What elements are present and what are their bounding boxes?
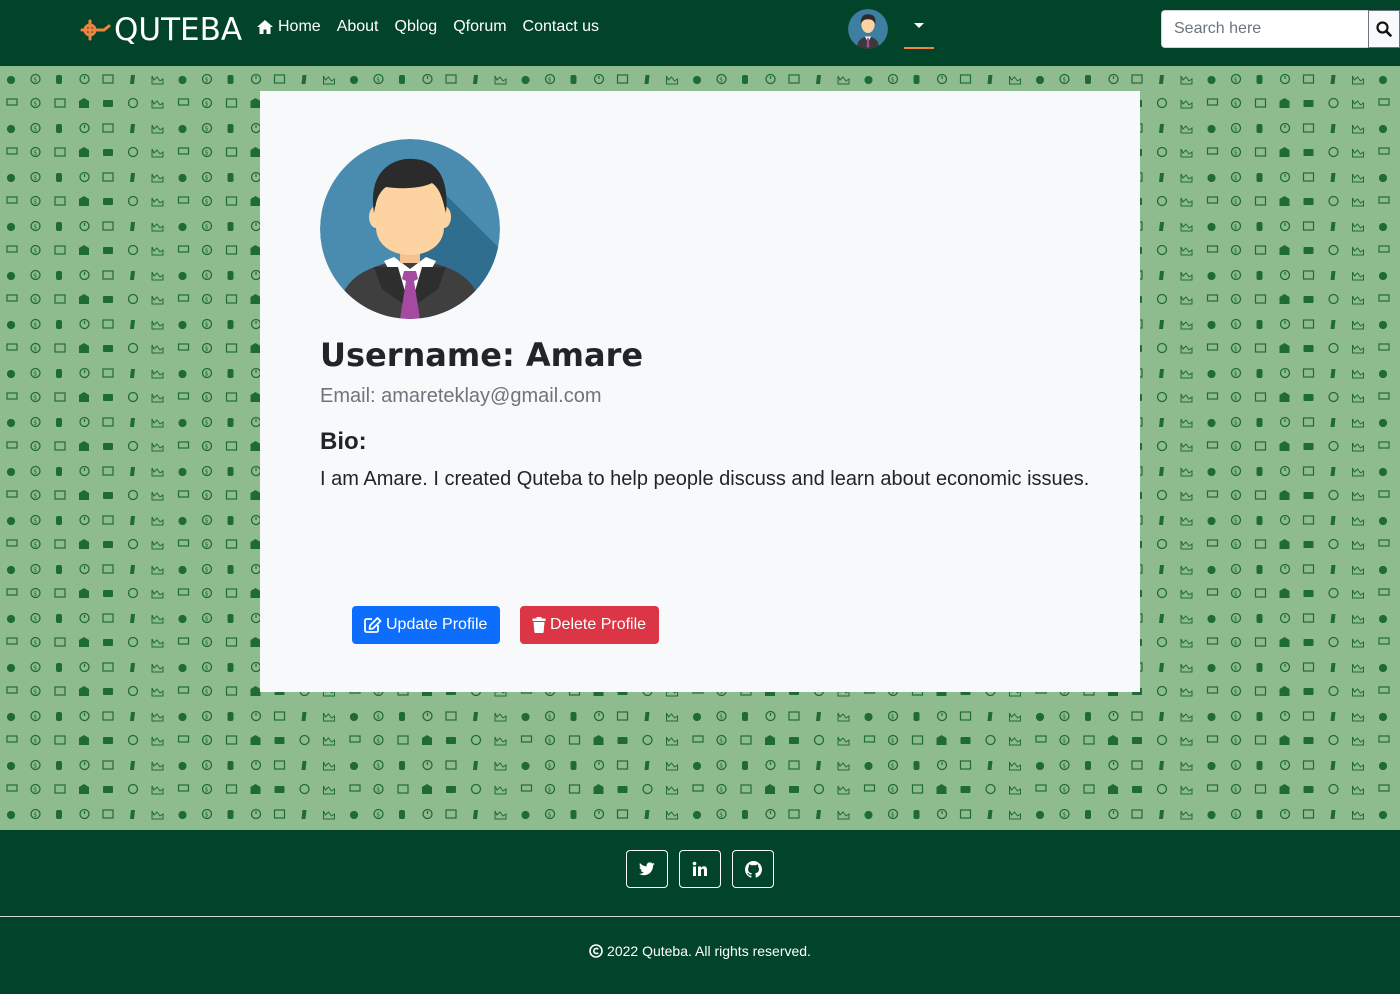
brand-name: QUTEBA	[114, 12, 243, 48]
github-button[interactable]	[732, 850, 774, 888]
copyright-text: 2022 Quteba. All rights reserved.	[607, 943, 811, 959]
search-form	[1161, 10, 1400, 48]
quteba-logo-icon	[80, 19, 111, 41]
social-links	[626, 850, 785, 888]
brand-link[interactable]: QUTEBA	[80, 11, 242, 49]
copyright-icon	[589, 944, 603, 958]
bio-heading: Bio:	[320, 428, 367, 455]
linkedin-icon	[692, 861, 707, 876]
footer-divider	[0, 916, 1400, 917]
twitter-icon	[639, 862, 655, 876]
search-button[interactable]	[1368, 10, 1400, 48]
main-nav: Home About Qblog Qforum Contact us	[256, 18, 615, 36]
edit-icon	[364, 617, 382, 633]
copyright-notice: 2022 Quteba. All rights reserved.	[0, 943, 1400, 959]
profile-email: Email: amareteklay@gmail.com	[320, 385, 602, 407]
user-avatar-icon	[320, 139, 500, 319]
update-profile-label: Update Profile	[386, 616, 488, 633]
nav-about-link[interactable]: About	[337, 18, 379, 36]
profile-card: Username: Amare Email: amareteklay@gmail…	[260, 91, 1140, 692]
nav-qblog-link[interactable]: Qblog	[395, 18, 438, 36]
site-footer: 2022 Quteba. All rights reserved.	[0, 830, 1400, 994]
twitter-button[interactable]	[626, 850, 668, 888]
user-avatar-icon	[848, 9, 888, 49]
caret-down-icon	[914, 23, 924, 28]
github-icon	[744, 860, 762, 878]
profile-username: Username: Amare	[320, 336, 644, 374]
nav-home-link[interactable]: Home	[256, 18, 321, 36]
linkedin-button[interactable]	[679, 850, 721, 888]
update-profile-button[interactable]: Update Profile	[352, 606, 500, 644]
home-icon	[257, 20, 273, 34]
search-input[interactable]	[1161, 10, 1368, 48]
user-avatar[interactable]	[848, 9, 888, 49]
profile-avatar	[320, 139, 500, 319]
search-icon	[1376, 21, 1392, 37]
user-menu[interactable]	[848, 8, 934, 50]
top-navbar: QUTEBA Home About Qblog Qforum Contact u…	[0, 0, 1400, 66]
nav-qforum-link[interactable]: Qforum	[453, 18, 506, 36]
delete-profile-button[interactable]: Delete Profile	[520, 606, 659, 644]
nav-home-label: Home	[278, 18, 321, 35]
active-underline	[904, 47, 934, 49]
profile-bio: I am Amare. I created Quteba to help peo…	[320, 468, 1090, 490]
trash-icon	[532, 617, 546, 633]
nav-contact-link[interactable]: Contact us	[523, 18, 599, 36]
user-menu-toggle[interactable]	[904, 8, 934, 50]
delete-profile-label: Delete Profile	[550, 616, 647, 633]
